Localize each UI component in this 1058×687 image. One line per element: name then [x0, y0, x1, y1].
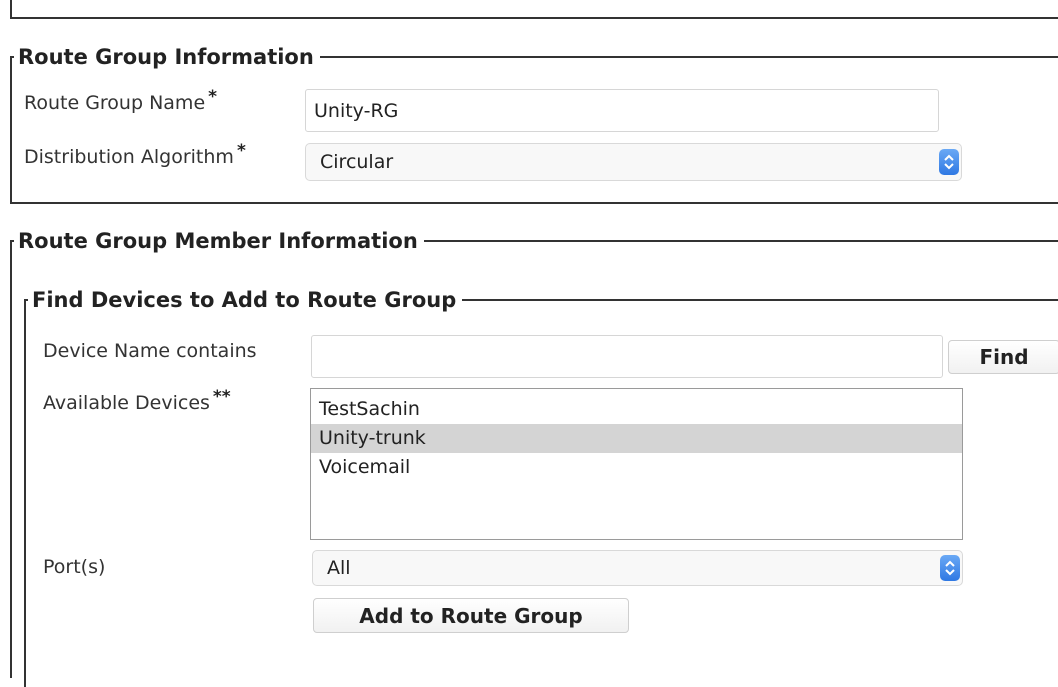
available-devices-listbox[interactable]: TestSachin Unity-trunk Voicemail: [310, 388, 963, 540]
device-name-contains-label: Device Name contains: [43, 340, 257, 362]
device-name-contains-label-text: Device Name contains: [43, 340, 257, 362]
required-marker: *: [208, 87, 218, 107]
route-group-member-info-legend: Route Group Member Information: [18, 229, 418, 253]
required-marker: *: [236, 141, 246, 161]
find-devices-legend: Find Devices to Add to Route Group: [32, 288, 457, 312]
chevron-updown-icon[interactable]: [939, 149, 959, 175]
route-group-name-input[interactable]: [305, 89, 939, 132]
ports-select[interactable]: All: [312, 550, 963, 586]
route-group-name-label: Route Group Name *: [24, 87, 217, 114]
required-marker: **: [212, 387, 231, 407]
add-to-route-group-button[interactable]: Add to Route Group: [313, 598, 629, 633]
find-button[interactable]: Find: [948, 340, 1058, 374]
route-group-info-legend: Route Group Information: [18, 45, 314, 69]
previous-section-border: [10, 0, 1058, 19]
distribution-algorithm-value: Circular: [320, 151, 394, 173]
device-name-search-input[interactable]: [311, 335, 943, 378]
distribution-algorithm-label-text: Distribution Algorithm: [24, 146, 234, 168]
available-devices-label-text: Available Devices: [43, 392, 210, 414]
distribution-algorithm-select[interactable]: Circular: [305, 143, 962, 181]
device-option-testsachin[interactable]: TestSachin: [311, 395, 962, 424]
ports-label-text: Port(s): [43, 556, 106, 578]
chevron-updown-icon[interactable]: [940, 555, 960, 581]
distribution-algorithm-label: Distribution Algorithm *: [24, 141, 246, 168]
route-group-name-label-text: Route Group Name: [24, 92, 206, 114]
ports-label: Port(s): [43, 556, 105, 578]
device-option-unity-trunk[interactable]: Unity-trunk: [311, 424, 962, 453]
device-option-voicemail[interactable]: Voicemail: [311, 453, 962, 482]
ports-value: All: [327, 557, 351, 579]
available-devices-label: Available Devices **: [43, 387, 231, 414]
